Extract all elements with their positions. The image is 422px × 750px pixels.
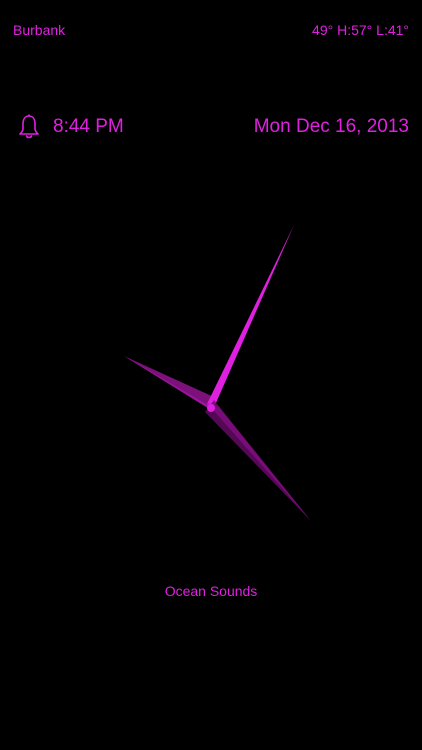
analog-clock <box>124 225 311 521</box>
hour-hand <box>124 356 216 416</box>
minute-hand-shadow <box>205 400 311 521</box>
hour-hand-highlight <box>124 356 216 410</box>
sound-button[interactable]: Ocean Sounds <box>0 582 422 600</box>
second-hand <box>207 225 294 412</box>
clock-center <box>207 404 215 412</box>
